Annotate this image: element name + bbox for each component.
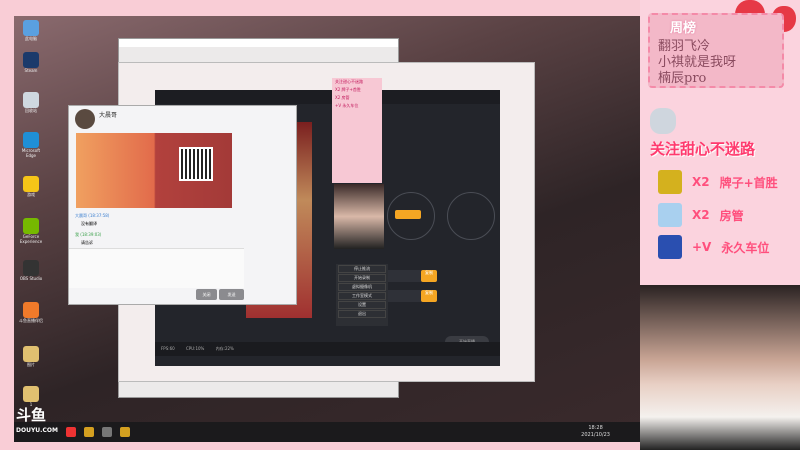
app-icon [23,218,39,234]
avatar [75,109,95,129]
taskbar: 18:28 2021/10/23 [14,422,640,442]
stream-overlay-panel: 周榜 翻羽飞冷 小祺就是我呀 楠辰pro 关注甜心不迷路 X2 牌子+首胜 X2 房… [640,0,800,285]
app-icon [23,92,39,108]
desktop-icon[interactable]: 此电脑 [18,20,44,41]
app-taskbar-icon[interactable] [84,427,94,437]
overlay-preview: 关注甜心不迷路 X2 牌子+首胜 X2 房管 +V 永久车位 [332,78,382,183]
app-icon [23,346,39,362]
status-bar: FPS:60 CPU:10% 内存:22% [155,342,500,356]
desktop-icon[interactable]: 1 [18,386,44,407]
menu-item[interactable]: 设置 [338,301,386,309]
cat-sticker-icon [650,108,676,134]
desktop-icon-label: 图片 [27,362,35,367]
desktop-icon-label: 游戏 [27,192,35,197]
desktop-icon-label: 此电脑 [25,36,37,41]
chat-window: 大晨哥 大晨哥 (18:37:58) 没有翻译 我 (18:39:03) 请告诉… [68,105,297,305]
app-taskbar-icon[interactable] [120,427,130,437]
desktop-icon[interactable]: 回收站 [18,92,44,113]
copy-button[interactable]: 复制 [421,270,437,282]
desktop-icon-label: OBS Studio [19,276,43,281]
follow-slogan: 关注甜心不迷路 [650,140,756,158]
camera-preview [334,184,384,249]
close-button[interactable]: 关闭 [196,289,217,300]
app-icon [23,176,39,192]
copy-button[interactable]: 复制 [421,290,437,302]
desktop-icon[interactable]: GeForce Experience [18,218,44,244]
desktop-icon-label: 斗鱼直播伴侣 [19,318,43,323]
qr-code [179,147,213,181]
app-header [155,90,500,104]
contact-name: 大晨哥 [99,112,118,119]
desktop-icon-label: Steam [24,68,38,73]
menu-item[interactable]: 退出 [338,310,386,318]
app-icon [23,386,39,402]
obs-controls-menu: 停止推流 开始录制 虚拟摄像机 工作室模式 设置 退出 [336,264,388,326]
weekly-leaderboard: 周榜 翻羽飞冷 小祺就是我呀 楠辰pro [648,13,784,88]
desktop-icon[interactable]: Steam [18,52,44,73]
app-icon [23,20,39,36]
menu-item[interactable]: 虚拟摄像机 [338,283,386,291]
rocket-icon [658,235,682,259]
desktop-icon[interactable]: Microsoft Edge [18,132,44,158]
gold-bar-icon [658,170,682,194]
app-taskbar-icon[interactable] [102,427,112,437]
clock: 18:28 2021/10/23 [581,425,610,438]
desktop-icon-label: GeForce Experience [19,234,43,244]
app-icon [23,132,39,148]
desktop-icon-label: 回收站 [25,108,37,113]
qr-banner-image [76,133,232,208]
douyu-logo: 斗鱼 DOUYU.COM [16,406,58,435]
streamer-webcam [640,285,800,450]
step-button[interactable] [395,210,421,219]
app-icon [23,52,39,68]
desktop-icon[interactable]: 游戏 [18,176,44,197]
window-titlebar [119,39,398,47]
menu-item[interactable]: 开始录制 [338,274,386,282]
douyu-taskbar-icon[interactable] [66,427,76,437]
message-input[interactable] [69,248,244,288]
gift-row: X2 房管 [658,203,744,227]
menu-item[interactable]: 停止推流 [338,265,386,273]
desktop-icon[interactable]: OBS Studio [18,260,44,281]
gift-row: X2 牌子+首胜 [658,170,778,194]
app-icon [23,260,39,276]
desktop-icon-label: Microsoft Edge [21,148,41,158]
send-button[interactable]: 发送 [219,289,244,300]
gift-row: +V 永久车位 [658,235,769,259]
desktop-icon[interactable]: 图片 [18,346,44,367]
menu-item[interactable]: 工作室模式 [338,292,386,300]
app-icon [23,302,39,318]
step-circle [447,192,495,240]
airplane-icon [658,203,682,227]
desktop-screen: 此电脑 Steam 回收站 Microsoft Edge 游戏 GeForce Exper… [14,16,640,442]
desktop-icon[interactable]: 斗鱼直播伴侣 [18,302,44,323]
